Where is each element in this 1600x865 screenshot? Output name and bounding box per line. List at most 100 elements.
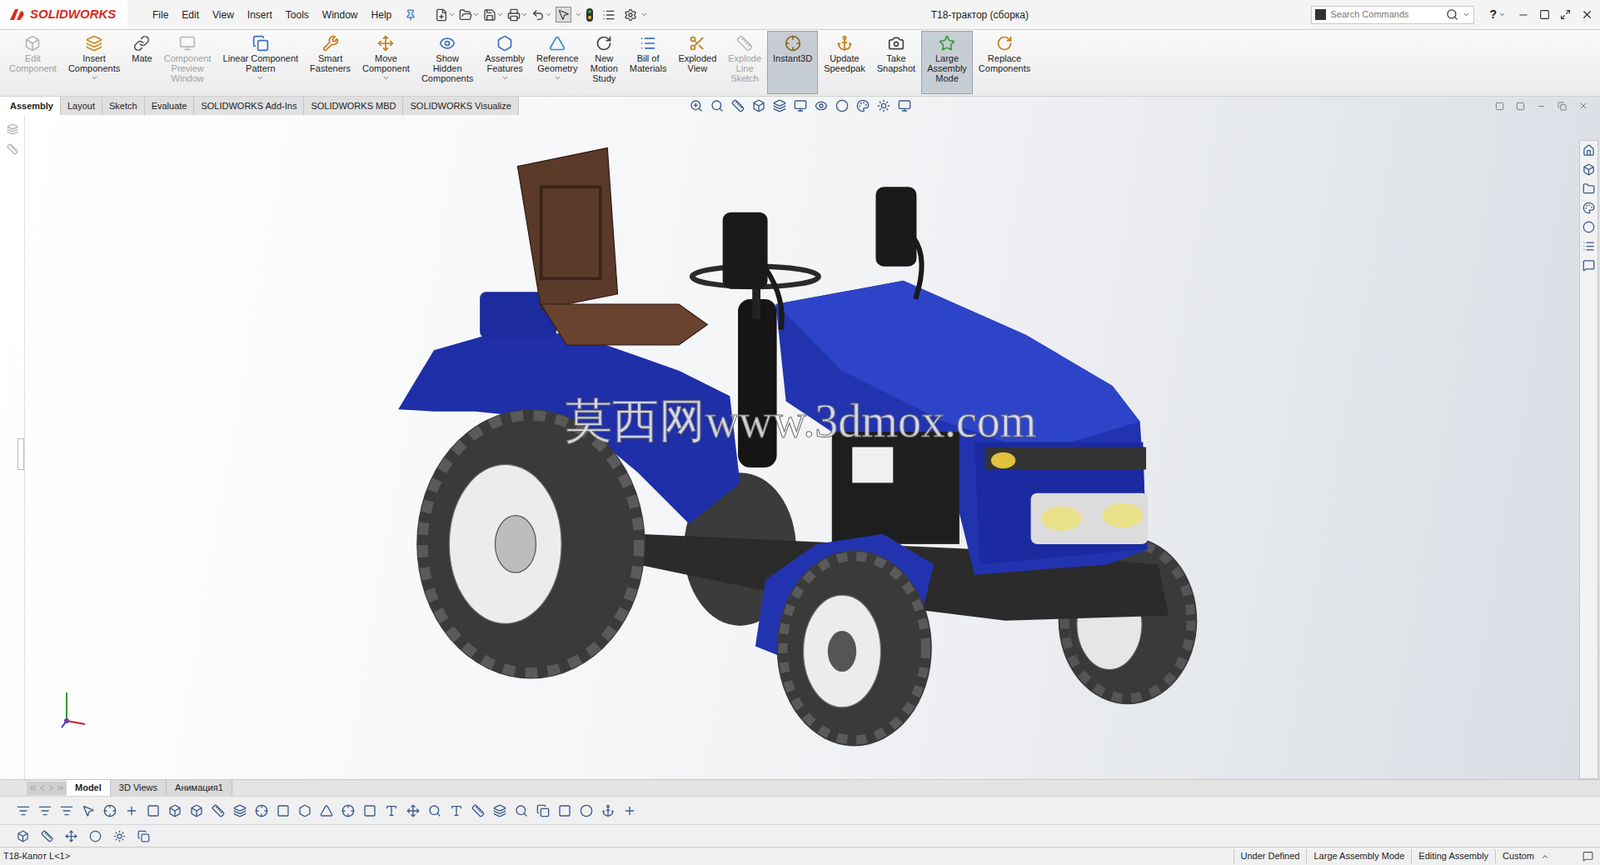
menu-item[interactable]: Help (371, 7, 393, 23)
scroll-arrow-icon[interactable] (28, 782, 38, 793)
toolbar-icon[interactable] (189, 803, 204, 818)
toolbar-icon[interactable] (434, 8, 449, 22)
menu-item[interactable]: Window (322, 7, 359, 23)
canvas[interactable]: 莫西网www.3dmox.com (24, 114, 1577, 779)
command-tab[interactable]: SOLIDWORKS Visualize (403, 96, 519, 115)
ribbon-button[interactable]: MoveComponent (356, 30, 416, 95)
logo[interactable]: SOLIDWORKS (0, 0, 128, 30)
scroll-arrow-icon[interactable] (37, 782, 47, 793)
task-pane-icon[interactable] (1582, 144, 1596, 157)
chevron-icon[interactable] (520, 10, 529, 19)
ribbon-button[interactable]: AssemblyFeatures (478, 30, 531, 95)
dropdown-arrow-icon[interactable] (501, 74, 509, 82)
task-pane-icon[interactable] (1582, 239, 1596, 253)
toolbar-group[interactable] (434, 8, 456, 22)
toolbar-icon[interactable] (341, 803, 355, 818)
bottom-tab[interactable]: Анимация1 (166, 779, 233, 796)
toolbar-icon[interactable] (531, 8, 545, 22)
ribbon-button[interactable]: Instant3D (767, 30, 818, 95)
select-tool[interactable] (555, 6, 572, 23)
toolbar-icon[interactable] (38, 803, 52, 818)
file-properties-icon[interactable] (602, 8, 616, 22)
menu-item[interactable]: File (152, 7, 169, 23)
minimize-icon[interactable] (1517, 9, 1530, 21)
toolbar-icon[interactable] (483, 8, 497, 22)
toolbar-icon[interactable] (89, 829, 102, 843)
ribbon-button[interactable]: ReplaceComponents (972, 30, 1037, 95)
tractor-model[interactable] (393, 140, 1210, 753)
view-tool-icon[interactable] (689, 99, 703, 113)
toolbar-icon[interactable] (254, 803, 269, 818)
toolbar-icon[interactable] (211, 803, 225, 818)
minimize-icon[interactable] (1536, 101, 1546, 111)
toolbar-icon[interactable] (16, 803, 30, 818)
chevron-icon[interactable] (448, 10, 456, 19)
menu-item[interactable]: Edit (181, 7, 200, 23)
menu-item[interactable]: View (212, 7, 235, 23)
ribbon-button[interactable]: Mate (125, 30, 158, 95)
toolbar-icon[interactable] (319, 803, 334, 818)
toolbar-group[interactable] (483, 8, 504, 22)
ribbon-button[interactable]: LargeAssemblyMode (921, 30, 973, 95)
view-tool-icon[interactable] (835, 99, 849, 113)
view-tool-icon[interactable] (793, 99, 808, 113)
help-button[interactable]: ? (1489, 5, 1497, 24)
toolbar-icon[interactable] (137, 829, 150, 843)
toolbar-group[interactable] (507, 8, 529, 22)
command-tab[interactable]: SOLIDWORKS Add-Ins (194, 96, 305, 115)
toolbar-icon[interactable] (536, 803, 550, 818)
view-tool-icon[interactable] (897, 99, 912, 113)
view-tool-icon[interactable] (814, 99, 828, 113)
toolbar-icon[interactable] (113, 829, 126, 843)
ribbon-button[interactable]: ExplodedView (672, 30, 723, 95)
toolbar-icon[interactable] (623, 803, 637, 818)
toolbar-icon[interactable] (428, 803, 442, 818)
split-view-icon[interactable] (1495, 101, 1505, 111)
toolbar-icon[interactable] (601, 803, 615, 818)
property-icon[interactable] (6, 143, 19, 155)
view-tool-icon[interactable] (856, 99, 870, 113)
chevron-icon[interactable] (544, 10, 553, 19)
view-tool-icon[interactable] (710, 99, 724, 113)
split-view-icon[interactable] (1515, 101, 1526, 111)
chevron-icon[interactable] (574, 10, 583, 19)
ribbon-button[interactable]: InsertComponents (62, 30, 126, 95)
toolbar-icon[interactable] (507, 8, 521, 22)
restore-icon[interactable] (1557, 101, 1567, 111)
toolbar-icon[interactable] (124, 803, 139, 818)
toolbar-icon[interactable] (363, 803, 377, 818)
toolbar-icon[interactable] (514, 803, 529, 818)
toolbar-icon[interactable] (103, 803, 117, 818)
chevron-icon[interactable] (640, 10, 648, 19)
toolbar-icon[interactable] (471, 803, 485, 818)
toolbar-icon[interactable] (276, 803, 290, 818)
dropdown-arrow-icon[interactable] (256, 74, 265, 82)
toolbar-icon[interactable] (40, 829, 54, 843)
chevron-icon[interactable] (472, 10, 480, 19)
command-tab[interactable]: Assembly (3, 96, 61, 115)
options-icon[interactable] (623, 8, 638, 22)
toolbar-icon[interactable] (579, 803, 594, 818)
chevron-icon[interactable] (1462, 10, 1471, 19)
toolbar-icon[interactable] (146, 803, 160, 818)
view-tool-icon[interactable] (772, 99, 787, 113)
command-tab[interactable]: Evaluate (144, 96, 195, 115)
search-box[interactable]: Search Commands (1310, 5, 1475, 25)
bottom-tab[interactable]: Model (66, 779, 111, 796)
ribbon-button[interactable]: SmartFasteners (304, 30, 357, 95)
toolbar-icon[interactable] (449, 803, 464, 818)
task-pane-icon[interactable] (1582, 163, 1596, 176)
toolbar-icon[interactable] (458, 8, 473, 22)
ribbon-button[interactable]: Linear ComponentPattern (217, 30, 305, 95)
bottom-tab[interactable]: 3D Views (110, 779, 167, 796)
scroll-arrow-icon[interactable] (55, 782, 65, 793)
task-pane-icon[interactable] (1582, 259, 1596, 272)
view-tool-icon[interactable] (877, 99, 891, 113)
ribbon-button[interactable]: Bill ofMaterials (623, 30, 673, 95)
dropdown-arrow-icon[interactable] (382, 74, 390, 82)
close-icon[interactable] (1580, 8, 1594, 21)
status-item[interactable]: Custom (1495, 848, 1541, 863)
task-pane-icon[interactable] (1582, 220, 1596, 234)
scroll-arrow-icon[interactable] (46, 782, 56, 793)
restore-icon[interactable] (1539, 9, 1551, 20)
